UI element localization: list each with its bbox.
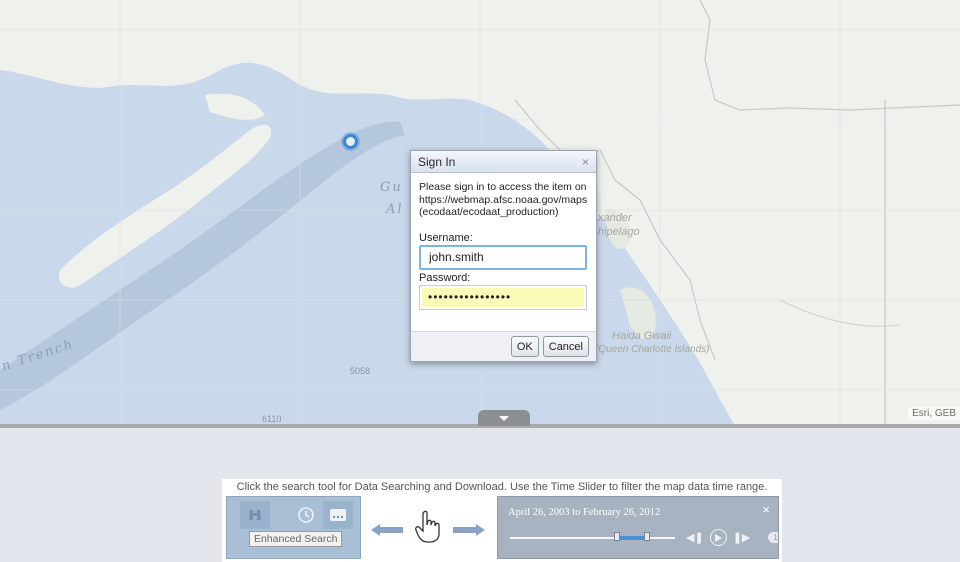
- collapse-panel-button[interactable]: [478, 410, 530, 426]
- dialog-title: Sign In: [418, 154, 456, 169]
- close-icon[interactable]: ×: [582, 156, 589, 168]
- slider-thumb-start[interactable]: [614, 532, 620, 541]
- ok-button[interactable]: OK: [510, 336, 539, 357]
- help-panel: Click the search tool for Data Searching…: [222, 479, 782, 562]
- time-slider-track[interactable]: [510, 532, 675, 541]
- map-depth-label: 6110: [262, 414, 282, 424]
- password-input[interactable]: [422, 287, 584, 307]
- map-label-alaska: Al: [386, 202, 404, 217]
- location-marker[interactable]: [343, 134, 358, 149]
- time-slider-controls: ◀❚ ❚▶ 1x: [686, 529, 778, 546]
- map-label-archipelago-2: hipelago: [598, 226, 640, 238]
- slider-thumb-end[interactable]: [644, 532, 650, 541]
- username-label: Username:: [419, 231, 473, 244]
- cancel-button[interactable]: Cancel: [542, 336, 589, 357]
- dialog-body: Please sign in to access the item on htt…: [411, 173, 596, 310]
- speed-badge[interactable]: 1x: [768, 532, 778, 543]
- time-slider-preview: April 26, 2003 to February 26, 2012 × ◀❚…: [497, 496, 779, 559]
- play-icon[interactable]: [709, 529, 727, 546]
- arrow-right-icon: [453, 524, 485, 536]
- dialog-titlebar[interactable]: Sign In ×: [411, 151, 596, 173]
- map-label-haida-gwaii: Haida Gwaii: [612, 330, 672, 342]
- username-input[interactable]: [419, 244, 587, 270]
- chevron-down-icon: [499, 415, 509, 421]
- map-label-archipelago-1: xander: [598, 212, 632, 224]
- arrow-left-icon: [371, 524, 403, 536]
- close-icon[interactable]: ×: [762, 502, 770, 517]
- map-attribution: Esri, GEB: [908, 407, 960, 420]
- map-depth-label: 5058: [350, 366, 371, 376]
- password-label: Password:: [419, 271, 471, 284]
- help-instructions: Click the search tool for Data Searching…: [236, 481, 768, 493]
- password-field-wrapper: [419, 284, 587, 310]
- search-tool-preview: Enhanced Search: [226, 496, 361, 559]
- clock-icon[interactable]: [291, 501, 321, 529]
- map-label-gulf: Gu: [380, 180, 403, 195]
- signin-message: Please sign in to access the item on htt…: [419, 181, 588, 218]
- map-label-queen-charlotte: (Queen Charlotte Islands): [595, 344, 710, 355]
- time-range-label: April 26, 2003 to February 26, 2012: [508, 507, 661, 518]
- hand-cursor-icon: [415, 510, 440, 543]
- next-icon[interactable]: ❚▶: [733, 531, 751, 544]
- binoculars-icon[interactable]: [240, 501, 270, 529]
- enhanced-search-tooltip: Enhanced Search: [249, 531, 343, 547]
- previous-icon[interactable]: ◀❚: [686, 531, 704, 544]
- dialog-footer: OK Cancel: [411, 331, 596, 361]
- signin-dialog: Sign In × Please sign in to access the i…: [410, 150, 597, 362]
- more-icon[interactable]: [323, 501, 353, 529]
